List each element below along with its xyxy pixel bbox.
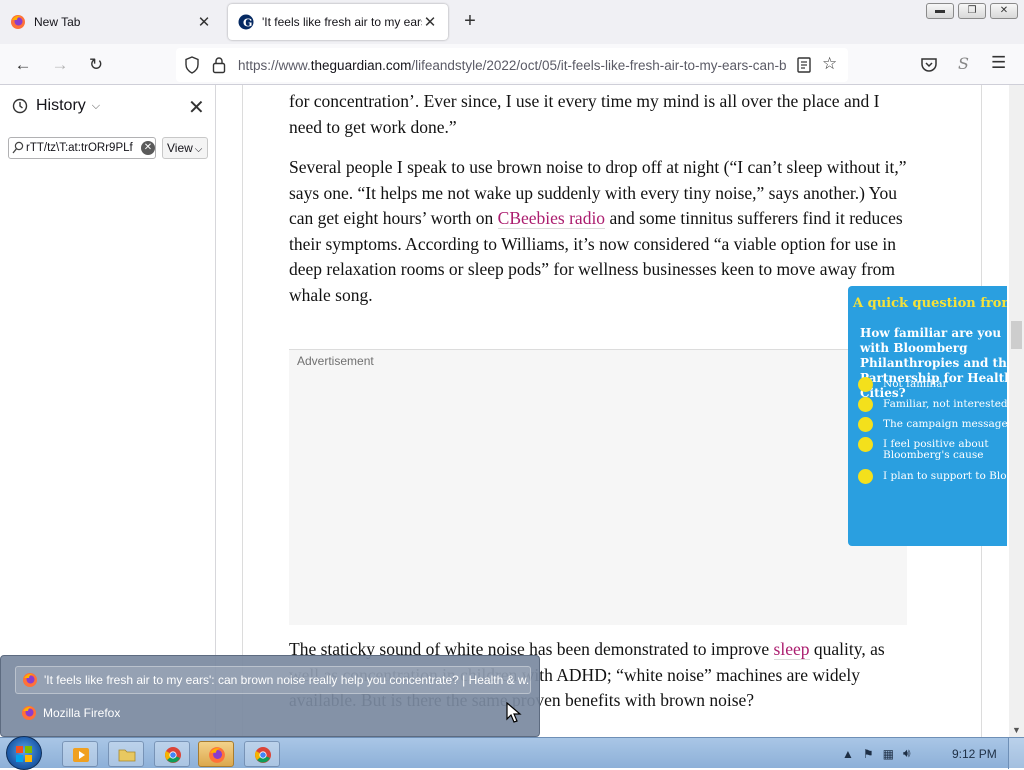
chevron-down-icon: ⌵ (194, 144, 203, 155)
article-paragraph: for concentration’. Ever since, I use it… (289, 91, 880, 137)
guardian-logo-icon: G (238, 14, 254, 30)
scrollbar-thumb[interactable] (1011, 321, 1022, 349)
url-domain: theguardian.com (310, 58, 412, 73)
mouse-cursor-icon (506, 702, 522, 723)
history-search-box[interactable]: ✕ (8, 137, 156, 159)
article-paragraph: Several people I speak to use brown nois… (289, 155, 907, 308)
survey-title: A quick question from The Guardian (853, 296, 1007, 311)
tracking-protection-shield-icon[interactable] (184, 56, 200, 74)
firefox-icon (11, 15, 25, 29)
forward-icon[interactable]: → (47, 52, 73, 78)
chrome-icon (165, 747, 181, 763)
firefox-icon (209, 747, 225, 763)
history-search-input[interactable] (26, 140, 138, 156)
minimize-button[interactable]: ▬ (926, 3, 954, 19)
view-label: View (167, 141, 193, 155)
action-center-icon[interactable]: ⚑ (863, 747, 874, 761)
close-sidebar-icon[interactable]: ✕ (188, 95, 205, 120)
advertisement-slot: Advertisement (289, 349, 907, 625)
svg-text:G: G (243, 17, 252, 30)
survey-option[interactable]: Familiar, not interested (858, 397, 1007, 412)
radio-dot-icon[interactable] (858, 377, 873, 392)
lock-icon[interactable] (212, 56, 226, 74)
advertisement-label: Advertisement (297, 354, 374, 368)
start-button[interactable] (6, 736, 42, 770)
taskbar-thumbnail-preview: 'It feels like fresh air to my ears': ca… (0, 655, 540, 737)
close-tab-icon[interactable]: ✕ (196, 13, 212, 31)
radio-dot-icon[interactable] (858, 397, 873, 412)
survey-option[interactable]: The campaign message matters (858, 417, 1007, 432)
preview-item-firefox[interactable]: Mozilla Firefox (15, 699, 531, 727)
taskbar-chrome[interactable] (154, 741, 190, 767)
restore-button[interactable]: ❐ (958, 3, 986, 19)
tab-title: New Tab (34, 15, 81, 29)
survey-option-label: Familiar, not interested (883, 399, 1007, 410)
taskbar-chrome[interactable] (244, 741, 280, 767)
taskbar-media-player[interactable] (62, 741, 98, 767)
sleep-link[interactable]: sleep (773, 639, 810, 660)
windows-taskbar: ▲ ⚑ ▦ 🔊︎ 9:12 PM (0, 736, 1024, 770)
preview-item-label: Mozilla Firefox (43, 706, 121, 720)
show-desktop-button[interactable] (1008, 738, 1024, 769)
survey-option[interactable]: I feel positive about Bloomberg's cause (858, 437, 1007, 461)
survey-option-label: I feel positive about Bloomberg's cause (883, 439, 989, 461)
tab-new-tab[interactable]: New Tab ✕ (0, 4, 222, 40)
survey-option-label: Not familiar (883, 379, 948, 390)
sidebar-switcher[interactable]: History ⌵ (12, 97, 100, 115)
extension-s-icon[interactable]: S (958, 54, 969, 73)
vertical-scrollbar[interactable]: ▼ (1009, 85, 1024, 737)
chevron-down-icon: ⌵ (91, 99, 101, 112)
chrome-icon (255, 747, 271, 763)
menu-hamburger-icon[interactable]: ☰ (991, 53, 1006, 73)
tab-guardian-article[interactable]: G 'It feels like fresh air to my ears': … (228, 4, 448, 40)
pocket-icon[interactable] (920, 56, 938, 74)
preview-item-article[interactable]: 'It feels like fresh air to my ears': ca… (15, 666, 531, 694)
volume-icon[interactable]: 🔊︎ (903, 746, 911, 761)
firefox-icon (22, 706, 36, 720)
new-tab-button[interactable]: + (458, 10, 482, 34)
bookmark-star-icon[interactable]: ☆ (822, 54, 837, 74)
scroll-down-arrow-icon[interactable]: ▼ (1012, 725, 1021, 735)
close-tab-icon[interactable]: ✕ (422, 13, 438, 31)
taskbar-firefox[interactable] (198, 741, 234, 767)
radio-dot-icon[interactable] (858, 417, 873, 432)
taskbar-clock[interactable]: 9:12 PM (952, 747, 997, 761)
windows-logo-icon (16, 746, 32, 762)
survey-option[interactable]: I plan to support to Bloomberg (858, 469, 1007, 484)
back-icon[interactable]: ← (10, 52, 36, 78)
reload-icon[interactable]: ↻ (83, 52, 109, 78)
survey-option-label: The campaign message matters (883, 419, 1007, 430)
close-window-button[interactable]: ✕ (990, 3, 1018, 19)
survey-widget: A quick question from The Guardian How f… (848, 286, 1007, 546)
radio-dot-icon[interactable] (858, 437, 873, 452)
url-text[interactable]: https://www.theguardian.com/lifeandstyle… (238, 58, 786, 73)
reader-view-icon[interactable] (796, 56, 812, 74)
network-icon[interactable]: ▦ (883, 747, 894, 761)
media-player-icon (73, 748, 89, 762)
url-path: /lifeandstyle/2022/oct/05/it-feels-like-… (411, 58, 786, 73)
clock-icon (12, 98, 28, 114)
tab-title: 'It feels like fresh air to my ears': ca… (262, 15, 422, 29)
navigation-toolbar: ← → ↻ https://www.theguardian.com/lifean… (0, 44, 1024, 85)
survey-option-label: I plan to support to Bloomberg (883, 471, 1007, 482)
radio-dot-icon[interactable] (858, 469, 873, 484)
clear-search-icon[interactable]: ✕ (141, 141, 155, 155)
survey-option[interactable]: Not familiar (858, 377, 1007, 392)
taskbar-file-explorer[interactable] (108, 741, 144, 767)
folder-icon (118, 749, 136, 762)
address-bar[interactable]: https://www.theguardian.com/lifeandstyle… (176, 48, 848, 82)
history-sidebar: History ⌵ ✕ ✕ View⌵ (0, 85, 216, 737)
firefox-icon (23, 673, 37, 687)
sidebar-title: History (36, 97, 86, 114)
view-dropdown-button[interactable]: View ⌵ (162, 137, 208, 159)
show-hidden-icons-arrow-icon[interactable]: ▲ (842, 747, 854, 761)
tab-strip: New Tab ✕ G 'It feels like fresh air to … (0, 0, 1024, 44)
cbeebies-radio-link[interactable]: CBeebies radio (497, 208, 606, 229)
system-tray: ▲ ⚑ ▦ 🔊︎ (842, 746, 920, 761)
search-icon (12, 141, 24, 154)
url-prefix: https://www. (238, 58, 311, 73)
preview-item-label: 'It feels like fresh air to my ears': ca… (44, 673, 530, 687)
